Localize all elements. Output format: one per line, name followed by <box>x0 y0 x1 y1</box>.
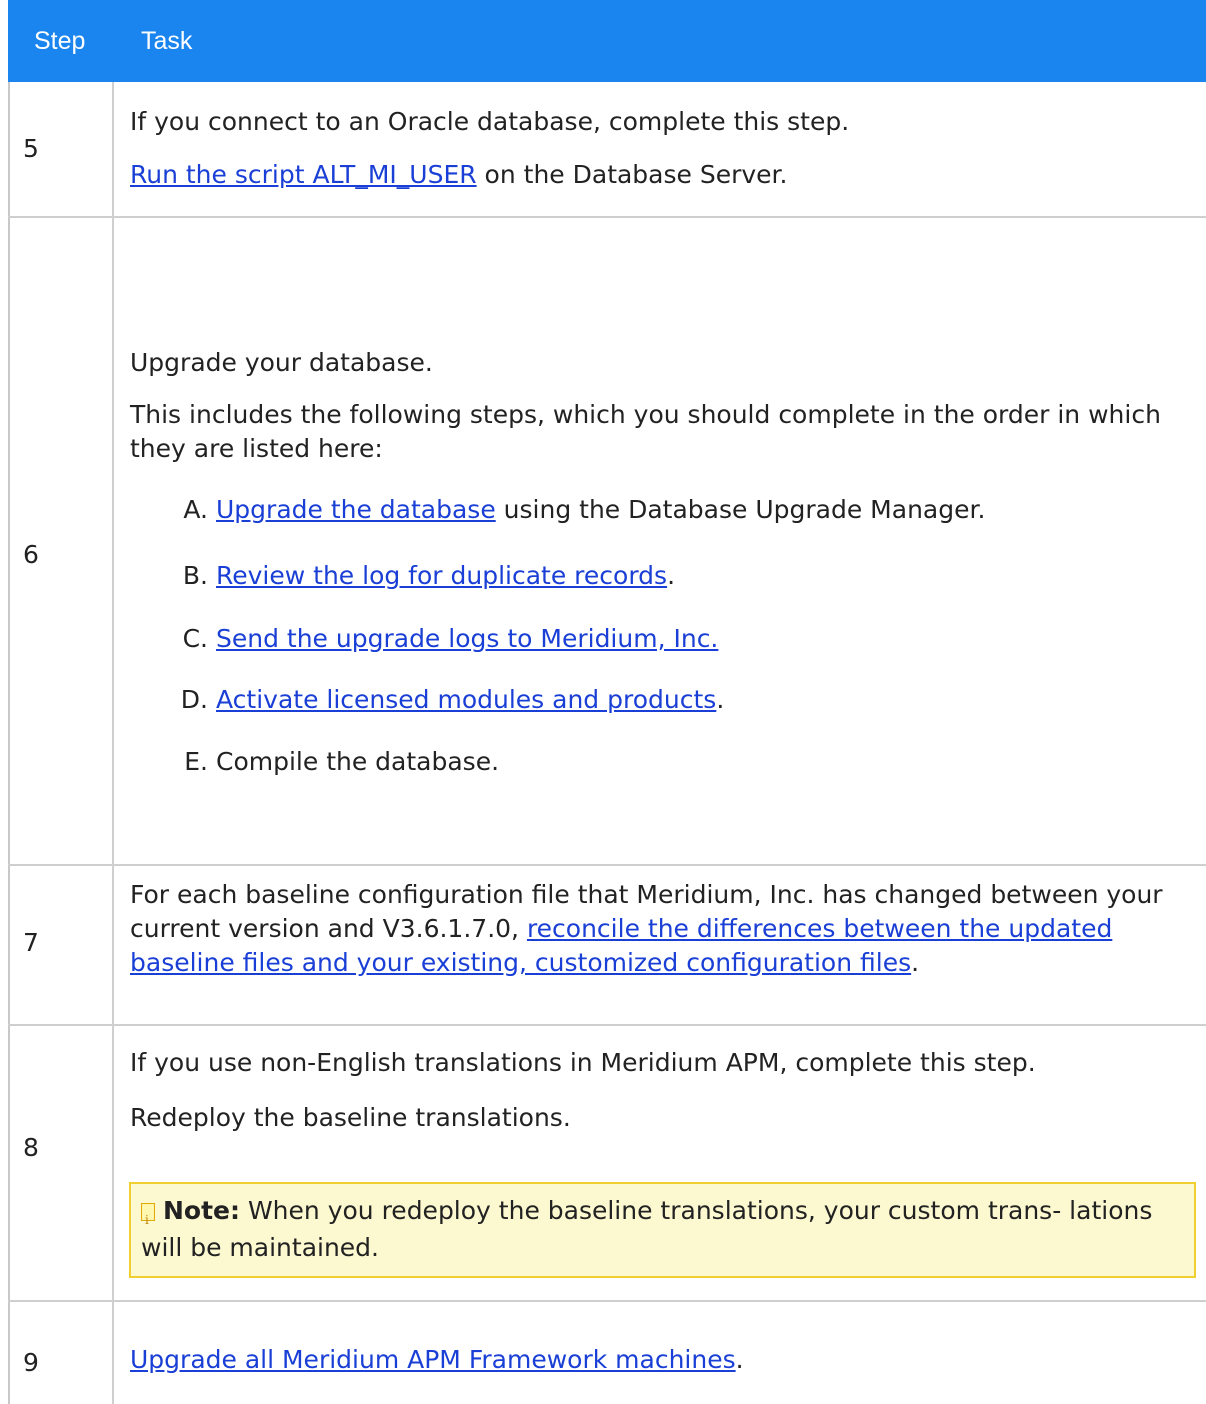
row-divider <box>8 1024 1206 1026</box>
list-item: D. Activate licensed modules and products… <box>180 685 725 714</box>
row-divider <box>8 1300 1206 1302</box>
step-number: 7 <box>23 928 39 957</box>
steps-table: Step Task 5 If you connect to an Oracle … <box>0 0 1206 1404</box>
table-header: Step Task <box>8 0 1206 82</box>
send-logs-link[interactable]: Send the upgrade logs to Meridium, Inc. <box>216 624 718 653</box>
step-number: 5 <box>23 134 39 163</box>
row-divider <box>8 216 1206 218</box>
upgrade-database-link[interactable]: Upgrade the database <box>216 495 496 524</box>
header-step: Step <box>34 27 86 55</box>
column-divider <box>112 82 114 1404</box>
list-item: C. Send the upgrade logs to Meridium, Inc… <box>182 624 719 653</box>
row-5-task: Run the script ALT_MI_USER on the Databa… <box>130 160 788 189</box>
row-7-task: For each baseline configuration file tha… <box>130 880 1163 977</box>
header-task: Task <box>141 27 193 55</box>
upgrade-framework-link[interactable]: Upgrade all Meridium APM Framework machi… <box>130 1345 736 1374</box>
list-item: B. Review the log for duplicate records. <box>182 561 676 590</box>
row-6-description: This includes the following steps, which… <box>130 400 1161 463</box>
step-number: 9 <box>23 1348 39 1377</box>
note-text: When you redeploy the baseline translati… <box>141 1196 1153 1262</box>
list-item: A. Upgrade the database using the Databas… <box>183 495 986 524</box>
row-5-condition: If you connect to an Oracle database, co… <box>130 107 850 136</box>
row-divider <box>8 864 1206 866</box>
row-6-intro: Upgrade your database. <box>130 348 433 377</box>
row-8-condition: If you use non-English translations in M… <box>130 1048 1036 1077</box>
step-number: 8 <box>23 1133 39 1162</box>
note-box: Note: When you redeploy the baseline tra… <box>129 1182 1196 1278</box>
activate-modules-link[interactable]: Activate licensed modules and products <box>216 685 716 714</box>
row-9-task: Upgrade all Meridium APM Framework machi… <box>130 1345 744 1374</box>
info-note-icon <box>141 1202 155 1239</box>
row-8-task: Redeploy the baseline translations. <box>130 1103 571 1132</box>
list-item: E. Compile the database. <box>184 747 500 776</box>
table-left-border <box>8 0 10 1404</box>
step-number: 6 <box>23 540 39 569</box>
run-script-link[interactable]: Run the script ALT_MI_USER <box>130 160 477 189</box>
note-label: Note: <box>163 1196 241 1225</box>
review-log-link[interactable]: Review the log for duplicate records <box>216 561 667 590</box>
